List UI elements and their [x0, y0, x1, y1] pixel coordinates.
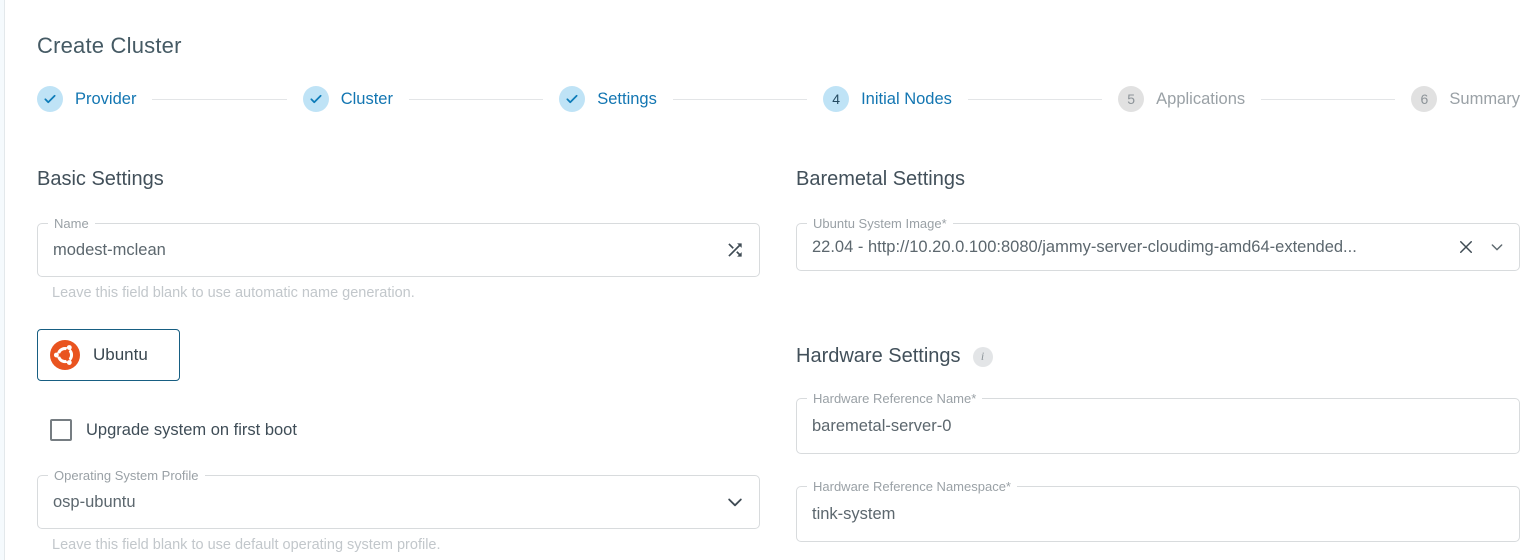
shuffle-icon[interactable] [725, 240, 745, 260]
step-label: Applications [1156, 90, 1245, 109]
step-complete-check-icon [303, 86, 329, 112]
hardware-reference-name-input[interactable]: baremetal-server-0 [797, 417, 1519, 436]
name-input[interactable]: modest-mclean [38, 241, 725, 260]
step-summary[interactable]: 6 Summary [1411, 86, 1520, 112]
step-initial-nodes[interactable]: 4 Initial Nodes [823, 86, 952, 112]
ubuntu-system-image-select[interactable]: 22.04 - http://10.20.0.100:8080/jammy-se… [797, 238, 1457, 257]
info-icon[interactable]: i [973, 347, 993, 367]
step-label: Initial Nodes [861, 90, 952, 109]
basic-settings-heading: Basic Settings [37, 168, 760, 191]
form-columns: Basic Settings Name modest-mclean Leave … [37, 168, 1520, 553]
ubuntu-button-label: Ubuntu [93, 345, 148, 365]
baremetal-settings-heading: Baremetal Settings [796, 168, 1520, 191]
hardware-reference-namespace-label: Hardware Reference Namespace* [807, 478, 1017, 495]
step-connector [968, 99, 1102, 100]
upgrade-checkbox-row: Upgrade system on first boot [50, 419, 760, 441]
step-label: Settings [597, 90, 657, 109]
ubuntu-system-image-field[interactable]: Ubuntu System Image* 22.04 - http://10.2… [796, 223, 1520, 271]
step-connector [152, 99, 286, 100]
step-label: Summary [1449, 90, 1520, 109]
upgrade-checkbox[interactable] [50, 419, 72, 441]
ubuntu-logo-icon [50, 340, 80, 370]
step-provider[interactable]: Provider [37, 86, 136, 112]
step-complete-check-icon [37, 86, 63, 112]
baremetal-settings-section: Baremetal Settings Ubuntu System Image* … [796, 168, 1520, 553]
name-field-helper: Leave this field blank to use automatic … [52, 285, 760, 301]
name-field-label: Name [48, 215, 95, 232]
step-connector [409, 99, 543, 100]
os-profile-field[interactable]: Operating System Profile osp-ubuntu [37, 475, 760, 529]
upgrade-checkbox-label[interactable]: Upgrade system on first boot [86, 421, 297, 440]
os-profile-label: Operating System Profile [48, 467, 205, 484]
left-panel-edge [0, 0, 5, 560]
name-field[interactable]: Name modest-mclean [37, 223, 760, 277]
ubuntu-provider-button[interactable]: Ubuntu [37, 329, 180, 381]
basic-settings-section: Basic Settings Name modest-mclean Leave … [37, 168, 760, 553]
hardware-reference-namespace-field[interactable]: Hardware Reference Namespace* tink-syste… [796, 486, 1520, 542]
create-cluster-page: Create Cluster Provider Cluster Settings… [0, 0, 1536, 553]
step-connector [673, 99, 807, 100]
step-number: 4 [823, 86, 849, 112]
hardware-settings-heading: Hardware Settings i [796, 345, 1520, 368]
hardware-settings-heading-text: Hardware Settings [796, 345, 961, 368]
chevron-down-icon[interactable] [1489, 239, 1505, 255]
clear-icon[interactable] [1457, 238, 1475, 256]
step-label: Cluster [341, 90, 393, 109]
ubuntu-system-image-label: Ubuntu System Image* [807, 215, 953, 232]
os-profile-select[interactable]: osp-ubuntu [38, 493, 725, 512]
step-settings[interactable]: Settings [559, 86, 657, 112]
hardware-reference-namespace-input[interactable]: tink-system [797, 505, 1519, 524]
step-connector [1261, 99, 1395, 100]
hardware-reference-name-field[interactable]: Hardware Reference Name* baremetal-serve… [796, 398, 1520, 454]
step-label: Provider [75, 90, 136, 109]
chevron-down-icon[interactable] [725, 492, 745, 512]
page-title: Create Cluster [37, 33, 1520, 59]
hardware-reference-name-label: Hardware Reference Name* [807, 390, 982, 407]
step-applications[interactable]: 5 Applications [1118, 86, 1245, 112]
step-number: 6 [1411, 86, 1437, 112]
step-cluster[interactable]: Cluster [303, 86, 393, 112]
wizard-stepper: Provider Cluster Settings 4 Initial Node… [37, 86, 1520, 112]
step-complete-check-icon [559, 86, 585, 112]
step-number: 5 [1118, 86, 1144, 112]
os-profile-helper: Leave this field blank to use default op… [52, 537, 760, 553]
